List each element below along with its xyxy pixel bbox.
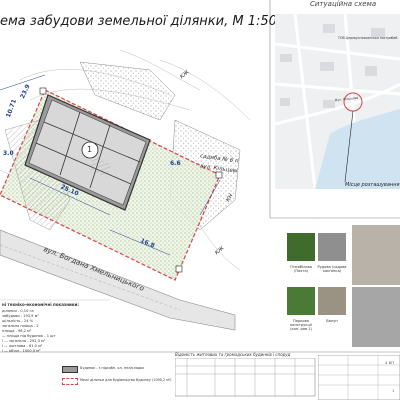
- situation-title: Ситуаційна схема: [310, 0, 377, 8]
- legend-line: площа - 96,2 м²: [2, 329, 32, 333]
- photo-6: [352, 287, 400, 347]
- legend-line: загальна площа - 2: [2, 324, 39, 328]
- photo-1: [287, 233, 315, 261]
- legend-line: забудови - 193,9 м²: [2, 314, 39, 318]
- photo-4: [287, 287, 315, 315]
- legend-symbol-building: [62, 366, 78, 373]
- legend-line: і — житлова - 61,0 м²: [2, 344, 43, 348]
- legend-line: і — об'єм - 1000,0 м³: [2, 349, 41, 353]
- photo-references: Гінкобілова (Пахта) Рудова (садова кам'я…: [282, 225, 400, 350]
- buildings-table: [175, 358, 316, 397]
- legend-symbol-boundary-label: Межі ділянки для будівництва будинку (10…: [80, 378, 172, 382]
- photo-3: [352, 225, 400, 285]
- legend-line: — площа під будинок - 1 шт: [2, 334, 56, 338]
- drawing-sheet: ема забудови земельної ділянки, М 1:500 …: [0, 0, 400, 400]
- drawing-title: ема забудови земельної ділянки, М 1:500: [0, 14, 286, 29]
- title-block-code: 4 БП: [385, 360, 395, 365]
- photo-2: [318, 233, 346, 261]
- building-number: 1: [87, 145, 93, 154]
- map-business-label: ТОВ Церквуспокоєнська пострибаб: [338, 36, 398, 40]
- legend-line: ділянки - 0,10 га: [2, 309, 34, 313]
- map-callout: Місце розташування: [345, 182, 400, 188]
- neighbour-plot-top: [79, 61, 176, 121]
- legend-symbol-boundary: [62, 378, 78, 385]
- dimension-left: 3.0: [3, 150, 14, 157]
- photo-4-label: Паркова конструкції (кон. рав 1): [290, 319, 312, 332]
- photo-5-label: Валун: [326, 319, 338, 323]
- photo-2-label: Рудова (садова кам'янка): [317, 265, 347, 274]
- table-title: Відомість житлових та громадських будинк…: [175, 352, 291, 357]
- legend-symbol-building-label: Будинок - з підсобн. ол. ппл/кладок: [80, 366, 145, 370]
- photo-1-label: Гінкобілова (Пахта): [290, 265, 312, 274]
- photo-5: [318, 287, 346, 315]
- legend-line: щільність - 24 %: [2, 319, 34, 323]
- dimension-right: 6.6: [170, 160, 181, 167]
- legend-line: і — загальна - 292,3 м²: [2, 339, 46, 343]
- title-block-sheet: 1: [392, 388, 395, 393]
- legend-title: ні техніко-економічні показники:: [2, 302, 79, 307]
